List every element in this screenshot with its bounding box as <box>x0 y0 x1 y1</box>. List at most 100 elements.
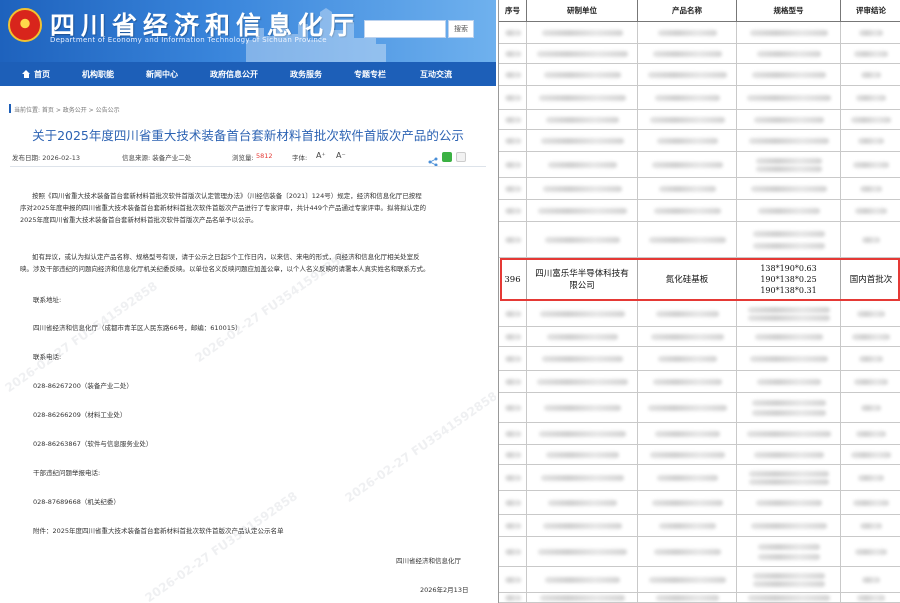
redacted-text <box>545 576 620 583</box>
redacted-cell <box>737 537 841 566</box>
table-row <box>499 152 900 178</box>
share-icon[interactable] <box>428 152 438 167</box>
redacted-cell <box>527 44 638 63</box>
redacted-text <box>648 404 727 411</box>
redacted-text <box>542 355 623 362</box>
discipline-phone: 028-87689668（机关纪委） <box>33 498 120 506</box>
redacted-text <box>650 451 725 458</box>
redacted-text <box>857 310 885 317</box>
redacted-cell <box>499 327 527 346</box>
phone-label: 联系电话: <box>33 353 62 361</box>
font-larger-button[interactable]: A⁺ <box>316 151 326 160</box>
redacted-text <box>505 185 521 192</box>
info-source: 信息来源: 装备产业二处 <box>122 154 192 162</box>
redacted-cell <box>841 371 900 392</box>
redacted-text <box>751 185 827 192</box>
redacted-cell <box>841 567 900 592</box>
redacted-text <box>854 50 888 57</box>
table-row <box>499 64 900 86</box>
search-input[interactable] <box>364 20 446 38</box>
nav-item-disclosure[interactable]: 政府信息公开 <box>210 69 258 80</box>
redacted-text <box>757 50 821 57</box>
divider <box>10 166 486 167</box>
paragraph-intro: 按照《四川省重大技术装备首台套新材料首批次软件首版次认定管理办法》（川经信装备〔… <box>20 190 480 226</box>
main-nav: 首页 机构职能 新闻中心 政府信息公开 政务服务 专题专栏 互动交流 <box>0 62 496 86</box>
redacted-text <box>505 576 521 583</box>
nav-item-services[interactable]: 政务服务 <box>290 69 322 80</box>
redacted-cell <box>527 537 638 566</box>
redacted-cell <box>841 222 900 257</box>
col-header-conclusion: 评审结论 <box>841 0 900 22</box>
cell-conclusion: 国内首批次 <box>841 258 900 301</box>
redacted-text <box>540 310 625 317</box>
watermark: 2026-02-27 FU3541592858 <box>2 278 160 396</box>
redacted-cell <box>527 222 638 257</box>
search-button[interactable]: 搜索 <box>448 20 474 38</box>
redacted-cell <box>499 178 527 199</box>
redacted-text <box>544 404 621 411</box>
redacted-cell <box>841 130 900 151</box>
redacted-text <box>505 94 521 101</box>
font-smaller-button[interactable]: A⁻ <box>336 151 346 160</box>
redacted-text <box>856 430 886 437</box>
weibo-icon[interactable] <box>456 152 466 162</box>
redacted-cell <box>737 347 841 370</box>
redacted-text <box>546 116 619 123</box>
text-line: 2025年度四川省重大技术装备首台套新材料首批次软件首版次产品名单予以公示。 <box>20 216 258 224</box>
redacted-cell <box>841 515 900 536</box>
redacted-cell <box>527 371 638 392</box>
redacted-cell <box>737 393 841 422</box>
redacted-cell <box>638 178 737 199</box>
redacted-text <box>505 451 521 458</box>
product-table: 序号 研制单位 产品名称 规格型号 评审结论 396 四川富乐华半导体科技有 限… <box>499 0 900 603</box>
redacted-cell <box>499 130 527 151</box>
redacted-text <box>505 355 521 362</box>
redacted-text <box>650 116 725 123</box>
col-header-product: 产品名称 <box>638 0 737 22</box>
redacted-text <box>505 116 521 123</box>
redacted-cell <box>638 200 737 221</box>
redacted-text <box>758 544 820 551</box>
redacted-text <box>649 576 726 583</box>
redacted-text <box>756 166 822 172</box>
redacted-text <box>505 474 521 481</box>
redacted-text <box>854 378 888 385</box>
redacted-text <box>537 378 628 385</box>
breadcrumb[interactable]: 当前位置: 首页 > 政务公开 > 公告公示 <box>14 105 120 114</box>
redacted-text <box>653 50 722 57</box>
phone-equipment: 028-86267200（装备产业二处） <box>33 382 133 390</box>
redacted-text <box>505 161 521 168</box>
nav-item-home[interactable]: 首页 <box>22 69 50 80</box>
redacted-text <box>856 94 886 101</box>
paragraph-objection: 如有异议，或认为拟认定产品名称、规格型号有误，请于公示之日起5个工作日内，以来信… <box>20 251 480 275</box>
redacted-text <box>505 137 521 144</box>
attachment-link[interactable]: 附件：2025年度四川省重大技术装备首台套新材料首批次软件首版次产品认定公示名单 <box>33 525 284 535</box>
nav-item-interaction[interactable]: 互动交流 <box>420 69 452 80</box>
redacted-text <box>851 451 891 458</box>
nav-item-news[interactable]: 新闻中心 <box>146 69 178 80</box>
redacted-cell <box>841 178 900 199</box>
product-table-panel: 序号 研制单位 产品名称 规格型号 评审结论 396 四川富乐华半导体科技有 限… <box>498 0 900 603</box>
redacted-cell <box>527 110 638 129</box>
redacted-text <box>505 310 521 317</box>
nav-item-topics[interactable]: 专题专栏 <box>354 69 386 80</box>
redacted-cell <box>638 130 737 151</box>
cell-company: 四川富乐华半导体科技有 限公司 <box>527 258 638 301</box>
redacted-cell <box>527 22 638 43</box>
nav-item-organization[interactable]: 机构职能 <box>82 69 114 80</box>
redacted-cell <box>737 110 841 129</box>
redacted-cell <box>638 110 737 129</box>
publish-date: 发布日期: 2026-02-13 <box>12 154 81 162</box>
table-row <box>499 423 900 445</box>
redacted-cell <box>527 347 638 370</box>
table-row <box>499 301 900 327</box>
redacted-text <box>538 207 627 214</box>
redacted-cell <box>841 593 900 602</box>
redacted-text <box>548 499 617 506</box>
redacted-cell <box>638 593 737 602</box>
nav-item-label: 新闻中心 <box>146 69 178 79</box>
wechat-icon[interactable] <box>442 152 452 162</box>
redacted-cell <box>527 465 638 490</box>
redacted-cell <box>841 327 900 346</box>
redacted-text <box>539 430 626 437</box>
